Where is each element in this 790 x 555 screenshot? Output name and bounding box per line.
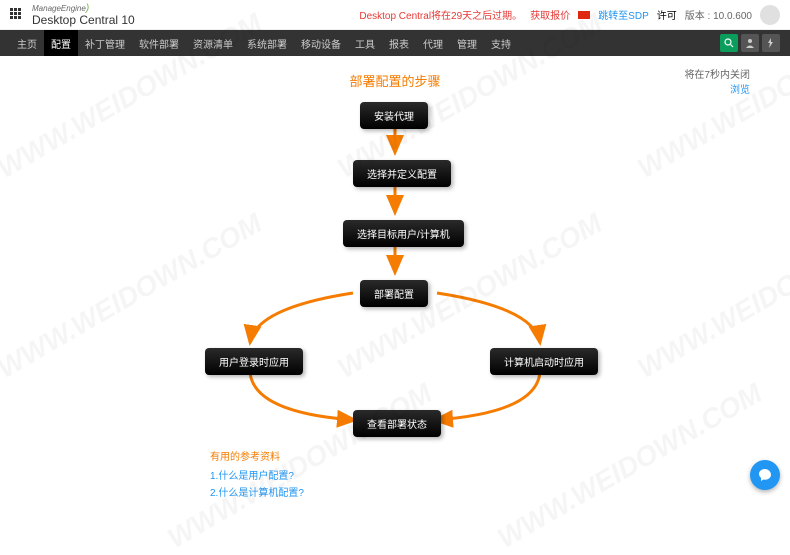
help-section: 有用的参考资料 1.什么是用户配置? 2.什么是计算机配置?	[210, 448, 750, 499]
flow-node-install[interactable]: 安装代理	[360, 102, 428, 129]
expiry-notice: Desktop Central将在29天之后过期。	[359, 7, 522, 22]
nav-inventory[interactable]: 资源清单	[186, 30, 240, 56]
main-nav: 主页 配置 补丁管理 软件部署 资源清单 系统部署 移动设备 工具 报表 代理 …	[0, 30, 790, 56]
flow-node-computer-start[interactable]: 计算机启动时应用	[490, 348, 598, 375]
chat-button[interactable]	[750, 460, 780, 490]
nav-admin[interactable]: 管理	[450, 30, 484, 56]
help-title: 有用的参考资料	[210, 448, 750, 463]
license-link[interactable]: 许可	[657, 7, 677, 22]
help-link-2[interactable]: 2.什么是计算机配置?	[210, 484, 750, 499]
close-countdown: 将在7秒内关闭	[684, 66, 750, 81]
apps-grid-icon[interactable]	[10, 8, 24, 22]
flow-node-select-target[interactable]: 选择目标用户/计算机	[343, 220, 464, 247]
user-icon[interactable]	[741, 34, 759, 52]
product-name: Desktop Central 10	[32, 14, 135, 26]
nav-osdeploy[interactable]: 系统部署	[240, 30, 294, 56]
nav-reports[interactable]: 报表	[382, 30, 416, 56]
quote-link[interactable]: 获取报价	[530, 7, 570, 22]
header-right: Desktop Central将在29天之后过期。 获取报价 跳转至SDP 许可…	[359, 5, 780, 25]
nav-tools[interactable]: 工具	[348, 30, 382, 56]
nav-home[interactable]: 主页	[10, 30, 44, 56]
user-avatar[interactable]	[760, 5, 780, 25]
brand-text: ManageEngine	[32, 4, 86, 13]
nav-agent[interactable]: 代理	[416, 30, 450, 56]
nav-software[interactable]: 软件部署	[132, 30, 186, 56]
nav-patch[interactable]: 补丁管理	[78, 30, 132, 56]
flow-connectors	[135, 98, 655, 438]
browse-link[interactable]: 浏览	[684, 81, 750, 96]
content-area: 将在7秒内关闭 浏览 部署配置的步骤 安装代理 选择并定义配置 选择目标用户/计…	[0, 56, 790, 511]
flow-node-view-status[interactable]: 查看部署状态	[353, 410, 441, 437]
flow-node-select-config[interactable]: 选择并定义配置	[353, 160, 451, 187]
logo: ManageEngine) Desktop Central 10	[32, 4, 135, 26]
nav-mobile[interactable]: 移动设备	[294, 30, 348, 56]
flow-title: 部署配置的步骤	[40, 71, 750, 90]
nav-support[interactable]: 支持	[484, 30, 518, 56]
search-icon[interactable]	[720, 34, 738, 52]
bolt-icon[interactable]	[762, 34, 780, 52]
header: ManageEngine) Desktop Central 10 Desktop…	[0, 0, 790, 30]
version-text: 版本 : 10.0.600	[685, 7, 752, 22]
help-link-1[interactable]: 1.什么是用户配置?	[210, 467, 750, 482]
flow-node-user-login[interactable]: 用户登录时应用	[205, 348, 303, 375]
auto-close-info: 将在7秒内关闭 浏览	[684, 66, 750, 96]
nav-config[interactable]: 配置	[44, 30, 78, 56]
flow-node-deploy[interactable]: 部署配置	[360, 280, 428, 307]
sdp-link[interactable]: 跳转至SDP	[598, 7, 649, 22]
flowchart: 安装代理 选择并定义配置 选择目标用户/计算机 部署配置 用户登录时应用 计算机…	[135, 98, 655, 438]
flag-icon	[578, 11, 590, 19]
